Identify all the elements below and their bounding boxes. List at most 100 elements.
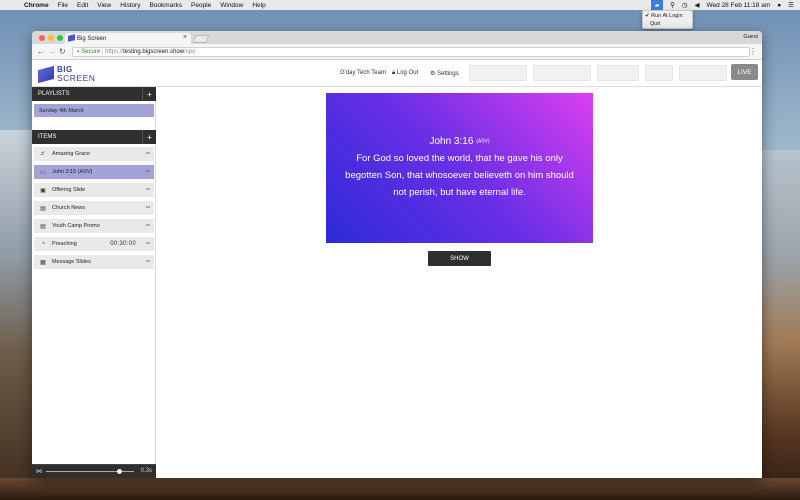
maximize-window-icon[interactable] xyxy=(57,35,63,41)
back-arrow-icon[interactable]: ← xyxy=(37,47,45,56)
menu-window[interactable]: Window xyxy=(220,2,243,9)
drag-handle-icon[interactable]: ═ xyxy=(146,151,150,157)
main-stage: John 3:16 (ASV) For God so loved the wor… xyxy=(156,87,762,478)
spotlight-icon[interactable]: ⚲ xyxy=(670,1,675,9)
bible-icon: ▭ xyxy=(40,169,46,176)
add-item-button[interactable]: + xyxy=(142,130,156,144)
playlists-title: PLAYLISTS xyxy=(38,91,70,97)
reference-text: John 3:16 xyxy=(429,135,474,147)
reload-icon[interactable]: ↻ xyxy=(59,47,66,56)
item-john-3-16[interactable]: ▭ John 3:16 (ASV) ═ xyxy=(34,165,154,179)
settings-link[interactable]: ⚙ Settings xyxy=(430,70,459,77)
live-button[interactable]: LIVE xyxy=(731,64,758,80)
header-button-disabled-2[interactable] xyxy=(533,65,591,81)
transition-slider-thumb[interactable] xyxy=(117,469,122,474)
logo-shape-icon xyxy=(38,65,54,84)
notification-center-icon[interactable]: ☰ xyxy=(788,1,794,9)
item-label: Message Slides xyxy=(52,259,91,265)
items-title: ITEMS xyxy=(38,134,57,140)
gear-icon: ⚙ xyxy=(430,71,436,77)
item-label: John 3:16 (ASV) xyxy=(52,169,93,175)
team-name[interactable]: G'day Tech Team xyxy=(340,70,386,76)
transition-footer: ⋈ 0.3s xyxy=(32,464,156,478)
logout-link[interactable]: 🔒︎ Log Out xyxy=(392,70,418,77)
item-church-news[interactable]: ▤ Church News ═ xyxy=(34,201,154,215)
address-bar[interactable]: ▪ Secure | https://testing.bigscreen.show… xyxy=(72,47,750,57)
header-button-disabled-4[interactable] xyxy=(645,65,673,81)
lock-icon: 🔒︎ xyxy=(392,70,396,76)
version-text: (ASV) xyxy=(476,137,490,144)
playlist-item[interactable]: Sunday 4th March xyxy=(34,104,154,117)
url-host: testing.bigscreen.show xyxy=(123,49,185,55)
verse-reference: John 3:16 (ASV) xyxy=(429,136,489,147)
desktop-wallpaper-bottom xyxy=(0,478,800,500)
slide-preview[interactable]: John 3:16 (ASV) For God so loved the wor… xyxy=(326,93,593,243)
item-amazing-grace[interactable]: ♬ Amazing Grace ═ xyxy=(34,147,154,161)
menu-history[interactable]: History xyxy=(120,2,140,9)
header-button-disabled-5[interactable] xyxy=(679,65,727,81)
logout-label: Log Out xyxy=(396,70,419,76)
film-icon: ▤ xyxy=(40,205,46,212)
item-label: Amazing Grace xyxy=(52,151,90,157)
item-offering-slide[interactable]: ▣ Offering Slide ═ xyxy=(34,183,154,197)
drag-handle-icon[interactable]: ═ xyxy=(146,187,150,193)
volume-icon[interactable]: ◀ xyxy=(695,1,700,9)
menubar-datetime[interactable]: Wed 28 Feb 11:18 am xyxy=(707,2,771,9)
menu-file[interactable]: File xyxy=(58,2,68,9)
slides-grid-icon: ▦ xyxy=(40,259,46,266)
minimize-window-icon[interactable] xyxy=(48,35,54,41)
drag-handle-icon[interactable]: ═ xyxy=(146,259,150,265)
browser-toolbar: ← → ↻ ▪ Secure | https://testing.bigscree… xyxy=(32,44,762,60)
tab-title: Big Screen xyxy=(77,35,107,42)
drag-handle-icon[interactable]: ═ xyxy=(146,205,150,211)
lock-icon: ▪ xyxy=(77,49,80,55)
menu-help[interactable]: Help xyxy=(252,2,265,9)
item-label: Youth Camp Promo xyxy=(52,223,100,229)
item-message-slides[interactable]: ▦ Message Slides ═ xyxy=(34,255,154,269)
header-button-disabled-1[interactable] xyxy=(469,65,527,81)
tab-strip: Big Screen × Guest xyxy=(32,31,762,44)
menu-chrome[interactable]: Chrome xyxy=(24,2,49,9)
add-playlist-button[interactable]: + xyxy=(142,87,156,101)
playlists-header: PLAYLISTS + xyxy=(32,87,156,101)
music-note-icon: ♬ xyxy=(40,151,46,157)
url-path: /spo xyxy=(184,49,196,55)
item-preaching[interactable]: ◔ Preaching 00:30:00 ═ xyxy=(34,237,154,251)
new-tab-button[interactable] xyxy=(192,35,210,43)
transition-icon[interactable]: ⋈ xyxy=(36,468,42,475)
menu-people[interactable]: People xyxy=(191,2,211,9)
tray-dropdown-menu: ✔ Run At Login Quit xyxy=(642,10,693,29)
chrome-menu-icon[interactable]: ⋮ xyxy=(749,47,757,56)
browser-window: Big Screen × Guest ← → ↻ ▪ Secure | https… xyxy=(32,31,762,478)
user-icon[interactable]: ● xyxy=(777,2,781,9)
guest-profile[interactable]: Guest xyxy=(743,34,758,40)
tab-big-screen[interactable]: Big Screen × xyxy=(65,33,191,44)
drag-handle-icon[interactable]: ═ xyxy=(146,223,150,229)
logo-text-screen: SCREEN xyxy=(57,73,96,83)
show-button[interactable]: SHOW xyxy=(428,251,491,266)
settings-label: Settings xyxy=(437,71,459,77)
menu-item-quit[interactable]: Quit xyxy=(645,20,690,28)
time-machine-icon[interactable]: ◷ xyxy=(682,1,688,9)
transition-speed: 0.3s xyxy=(140,468,152,474)
bigscreen-logo[interactable]: BIG SCREEN xyxy=(38,64,98,84)
app-header: BIG SCREEN G'day Tech Team 🔒︎ Log Out ⚙ … xyxy=(32,60,762,87)
menu-bookmarks[interactable]: Bookmarks xyxy=(149,2,182,9)
tab-close-icon[interactable]: × xyxy=(183,34,187,41)
item-youth-camp-promo[interactable]: ▤ Youth Camp Promo ═ xyxy=(34,219,154,233)
drag-handle-icon[interactable]: ═ xyxy=(146,241,150,247)
header-button-disabled-3[interactable] xyxy=(597,65,639,81)
menu-item-run-at-login[interactable]: ✔ Run At Login xyxy=(645,12,690,20)
bigscreen-tray-icon[interactable]: ▰ xyxy=(651,0,664,10)
mac-menu-bar: Chrome File Edit View History Bookmarks … xyxy=(0,0,800,10)
menu-edit[interactable]: Edit xyxy=(77,2,88,9)
apple-icon[interactable] xyxy=(8,1,16,9)
item-label: Preaching xyxy=(52,241,77,247)
forward-arrow-icon[interactable]: → xyxy=(48,47,56,56)
close-window-icon[interactable] xyxy=(39,35,45,41)
drag-handle-icon[interactable]: ═ xyxy=(146,169,150,175)
verse-text: For God so loved the world, that he gave… xyxy=(345,152,574,198)
menu-view[interactable]: View xyxy=(97,2,111,9)
desktop-wallpaper-right xyxy=(760,150,800,500)
items-header: ITEMS + xyxy=(32,130,156,144)
